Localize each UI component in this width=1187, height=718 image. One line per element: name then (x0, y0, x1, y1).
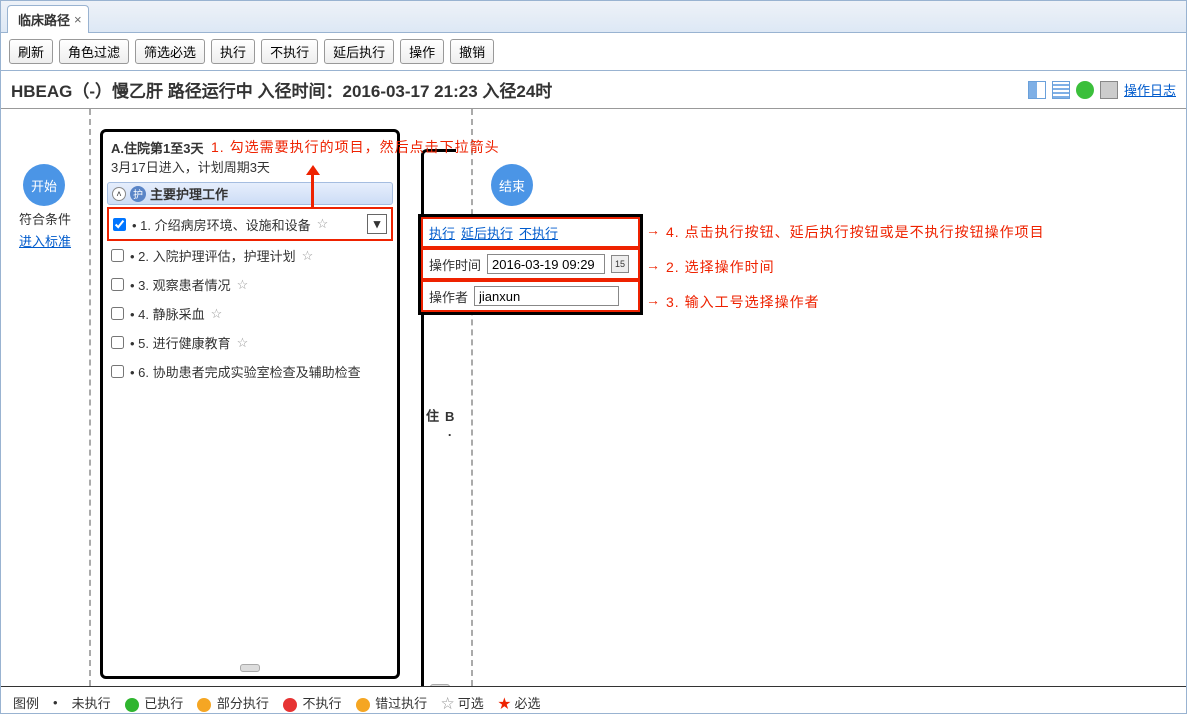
task-item[interactable]: • 1. 介绍病房环境、设施和设备 ☆ ▾ (107, 207, 393, 241)
app-root: 临床路径 × 刷新 角色过滤 筛选必选 执行 不执行 延后执行 操作 撤销 HB… (0, 0, 1187, 714)
task-checkbox[interactable] (111, 336, 124, 349)
time-input[interactable] (487, 254, 605, 274)
star-icon: ☆ (317, 216, 329, 232)
task-label: • 1. 介绍病房环境、设施和设备 (132, 215, 311, 234)
star-outline-icon: ☆ (441, 696, 454, 711)
annotation-2-arrow: → (646, 257, 661, 273)
chevron-up-icon[interactable]: ˄ (112, 187, 126, 201)
panel-b-label: 住 (424, 409, 439, 422)
tab-label: 临床路径 (18, 10, 70, 29)
panel-a: A.住院第1至3天 3月17日进入，计划周期3天 ˄ 护 主要护理工作 • 1.… (100, 129, 400, 679)
refresh-button[interactable]: 刷新 (9, 39, 53, 64)
header-row: HBEAG（-）慢乙肝 路径运行中 入径时间：2016-03-17 21:23 … (1, 71, 1186, 109)
task-item[interactable]: • 2. 入院护理评估，护理计划 ☆ (107, 241, 393, 270)
divider-1 (89, 109, 91, 686)
role-filter-button[interactable]: 角色过滤 (59, 39, 129, 64)
popup-time-row: 操作时间 15 (421, 248, 640, 280)
star-icon: ☆ (211, 306, 223, 322)
task-checkbox[interactable] (111, 278, 124, 291)
end-node[interactable]: 结束 (491, 164, 533, 206)
task-label: • 2. 入院护理评估，护理计划 (130, 246, 296, 265)
operation-log-link[interactable]: 操作日志 (1124, 80, 1176, 99)
popup-delay-link[interactable]: 延后执行 (461, 223, 513, 242)
task-item[interactable]: • 6. 协助患者完成实验室检查及辅助检查 (107, 357, 393, 386)
annotation-2: 2. 选择操作时间 (666, 257, 775, 277)
start-node[interactable]: 开始 (23, 164, 65, 206)
popup-operator-row: 操作者 (421, 280, 640, 312)
execute-button[interactable]: 执行 (211, 39, 255, 64)
grid-icon[interactable] (1052, 81, 1070, 99)
delay-execute-button[interactable]: 延后执行 (324, 39, 394, 64)
section-header[interactable]: ˄ 护 主要护理工作 (107, 182, 393, 205)
task-checkbox[interactable] (111, 307, 124, 320)
calendar-icon[interactable]: 15 (611, 255, 629, 273)
operator-input[interactable] (474, 286, 619, 306)
task-item[interactable]: • 5. 进行健康教育 ☆ (107, 328, 393, 357)
task-item[interactable]: • 3. 观察患者情况 ☆ (107, 270, 393, 299)
star-icon: ☆ (237, 277, 249, 293)
annotation-arrow-1 (296, 157, 320, 207)
popup-execute-link[interactable]: 执行 (429, 223, 455, 242)
time-label: 操作时间 (429, 255, 481, 274)
undo-button[interactable]: 撤销 (450, 39, 494, 64)
tab-bar: 临床路径 × (1, 1, 1186, 33)
star-filled-icon: ★ (498, 696, 511, 711)
task-label: • 4. 静脉采血 (130, 304, 205, 323)
panel-b-letter: B. (442, 409, 457, 439)
condition-label: 符合条件 (19, 209, 71, 228)
layout-columns-icon[interactable] (1028, 81, 1046, 99)
panel-a-subtitle: 3月17日进入，计划周期3天 (103, 157, 397, 180)
task-list: • 1. 介绍病房环境、设施和设备☆▾• 2. 入院护理评估，护理计划☆• 3.… (103, 207, 397, 386)
task-item[interactable]: • 4. 静脉采血 ☆ (107, 299, 393, 328)
check-icon (125, 698, 139, 712)
no-icon (283, 698, 297, 712)
star-icon: ☆ (302, 248, 314, 264)
tab-clinical-path[interactable]: 临床路径 × (7, 5, 89, 33)
operate-button[interactable]: 操作 (400, 39, 444, 64)
close-icon[interactable]: × (74, 12, 82, 27)
header-icons: 操作日志 (1028, 80, 1176, 99)
missed-icon (356, 698, 370, 712)
legend-not-exec: 未执行 (72, 693, 111, 712)
annotation-4: 4. 点击执行按钮、延后执行按钮或是不执行按钮操作项目 (666, 222, 1045, 242)
filter-required-button[interactable]: 筛选必选 (135, 39, 205, 64)
legend-title: 图例 (13, 693, 39, 712)
operator-label: 操作者 (429, 287, 468, 306)
task-checkbox[interactable] (113, 218, 126, 231)
partial-icon (197, 698, 211, 712)
section-label: 主要护理工作 (150, 184, 228, 203)
annotation-3: 3. 输入工号选择操作者 (666, 292, 820, 312)
toolbar: 刷新 角色过滤 筛选必选 执行 不执行 延后执行 操作 撤销 (1, 33, 1186, 71)
annotation-3-arrow: → (646, 292, 661, 308)
print-icon[interactable] (1100, 81, 1118, 99)
not-execute-button[interactable]: 不执行 (261, 39, 318, 64)
task-label: • 6. 协助患者完成实验室检查及辅助检查 (130, 362, 361, 381)
task-label: • 5. 进行健康教育 (130, 333, 231, 352)
annotation-4-arrow: → (646, 222, 661, 238)
legend-bar: 图例 • 未执行 已执行 部分执行 不执行 错过执行 ☆ 可选 ★ 必选 (1, 687, 1186, 718)
popup-noexec-link[interactable]: 不执行 (519, 223, 558, 242)
task-checkbox[interactable] (111, 365, 124, 378)
scroll-handle[interactable] (240, 664, 260, 672)
content-area: 开始 符合条件 进入标准 结束 A.住院第1至3天 3月17日进入，计划周期3天… (1, 109, 1186, 687)
globe-icon[interactable] (1076, 81, 1094, 99)
task-checkbox[interactable] (111, 249, 124, 262)
chevron-down-icon[interactable]: ▾ (367, 214, 387, 234)
scroll-handle-b[interactable] (430, 684, 450, 687)
popup-actions-row: 执行 延后执行 不执行 (421, 217, 640, 248)
annotation-1: 1. 勾选需要执行的项目，然后点击下拉箭头 (211, 137, 500, 157)
task-label: • 3. 观察患者情况 (130, 275, 231, 294)
action-popup: 执行 延后执行 不执行 操作时间 15 操作者 (418, 214, 643, 315)
nursing-badge: 护 (130, 186, 146, 202)
divider-2 (471, 109, 473, 686)
page-title: HBEAG（-）慢乙肝 路径运行中 入径时间：2016-03-17 21:23 … (11, 77, 552, 102)
enter-standard-link[interactable]: 进入标准 (19, 231, 71, 250)
star-icon: ☆ (237, 335, 249, 351)
